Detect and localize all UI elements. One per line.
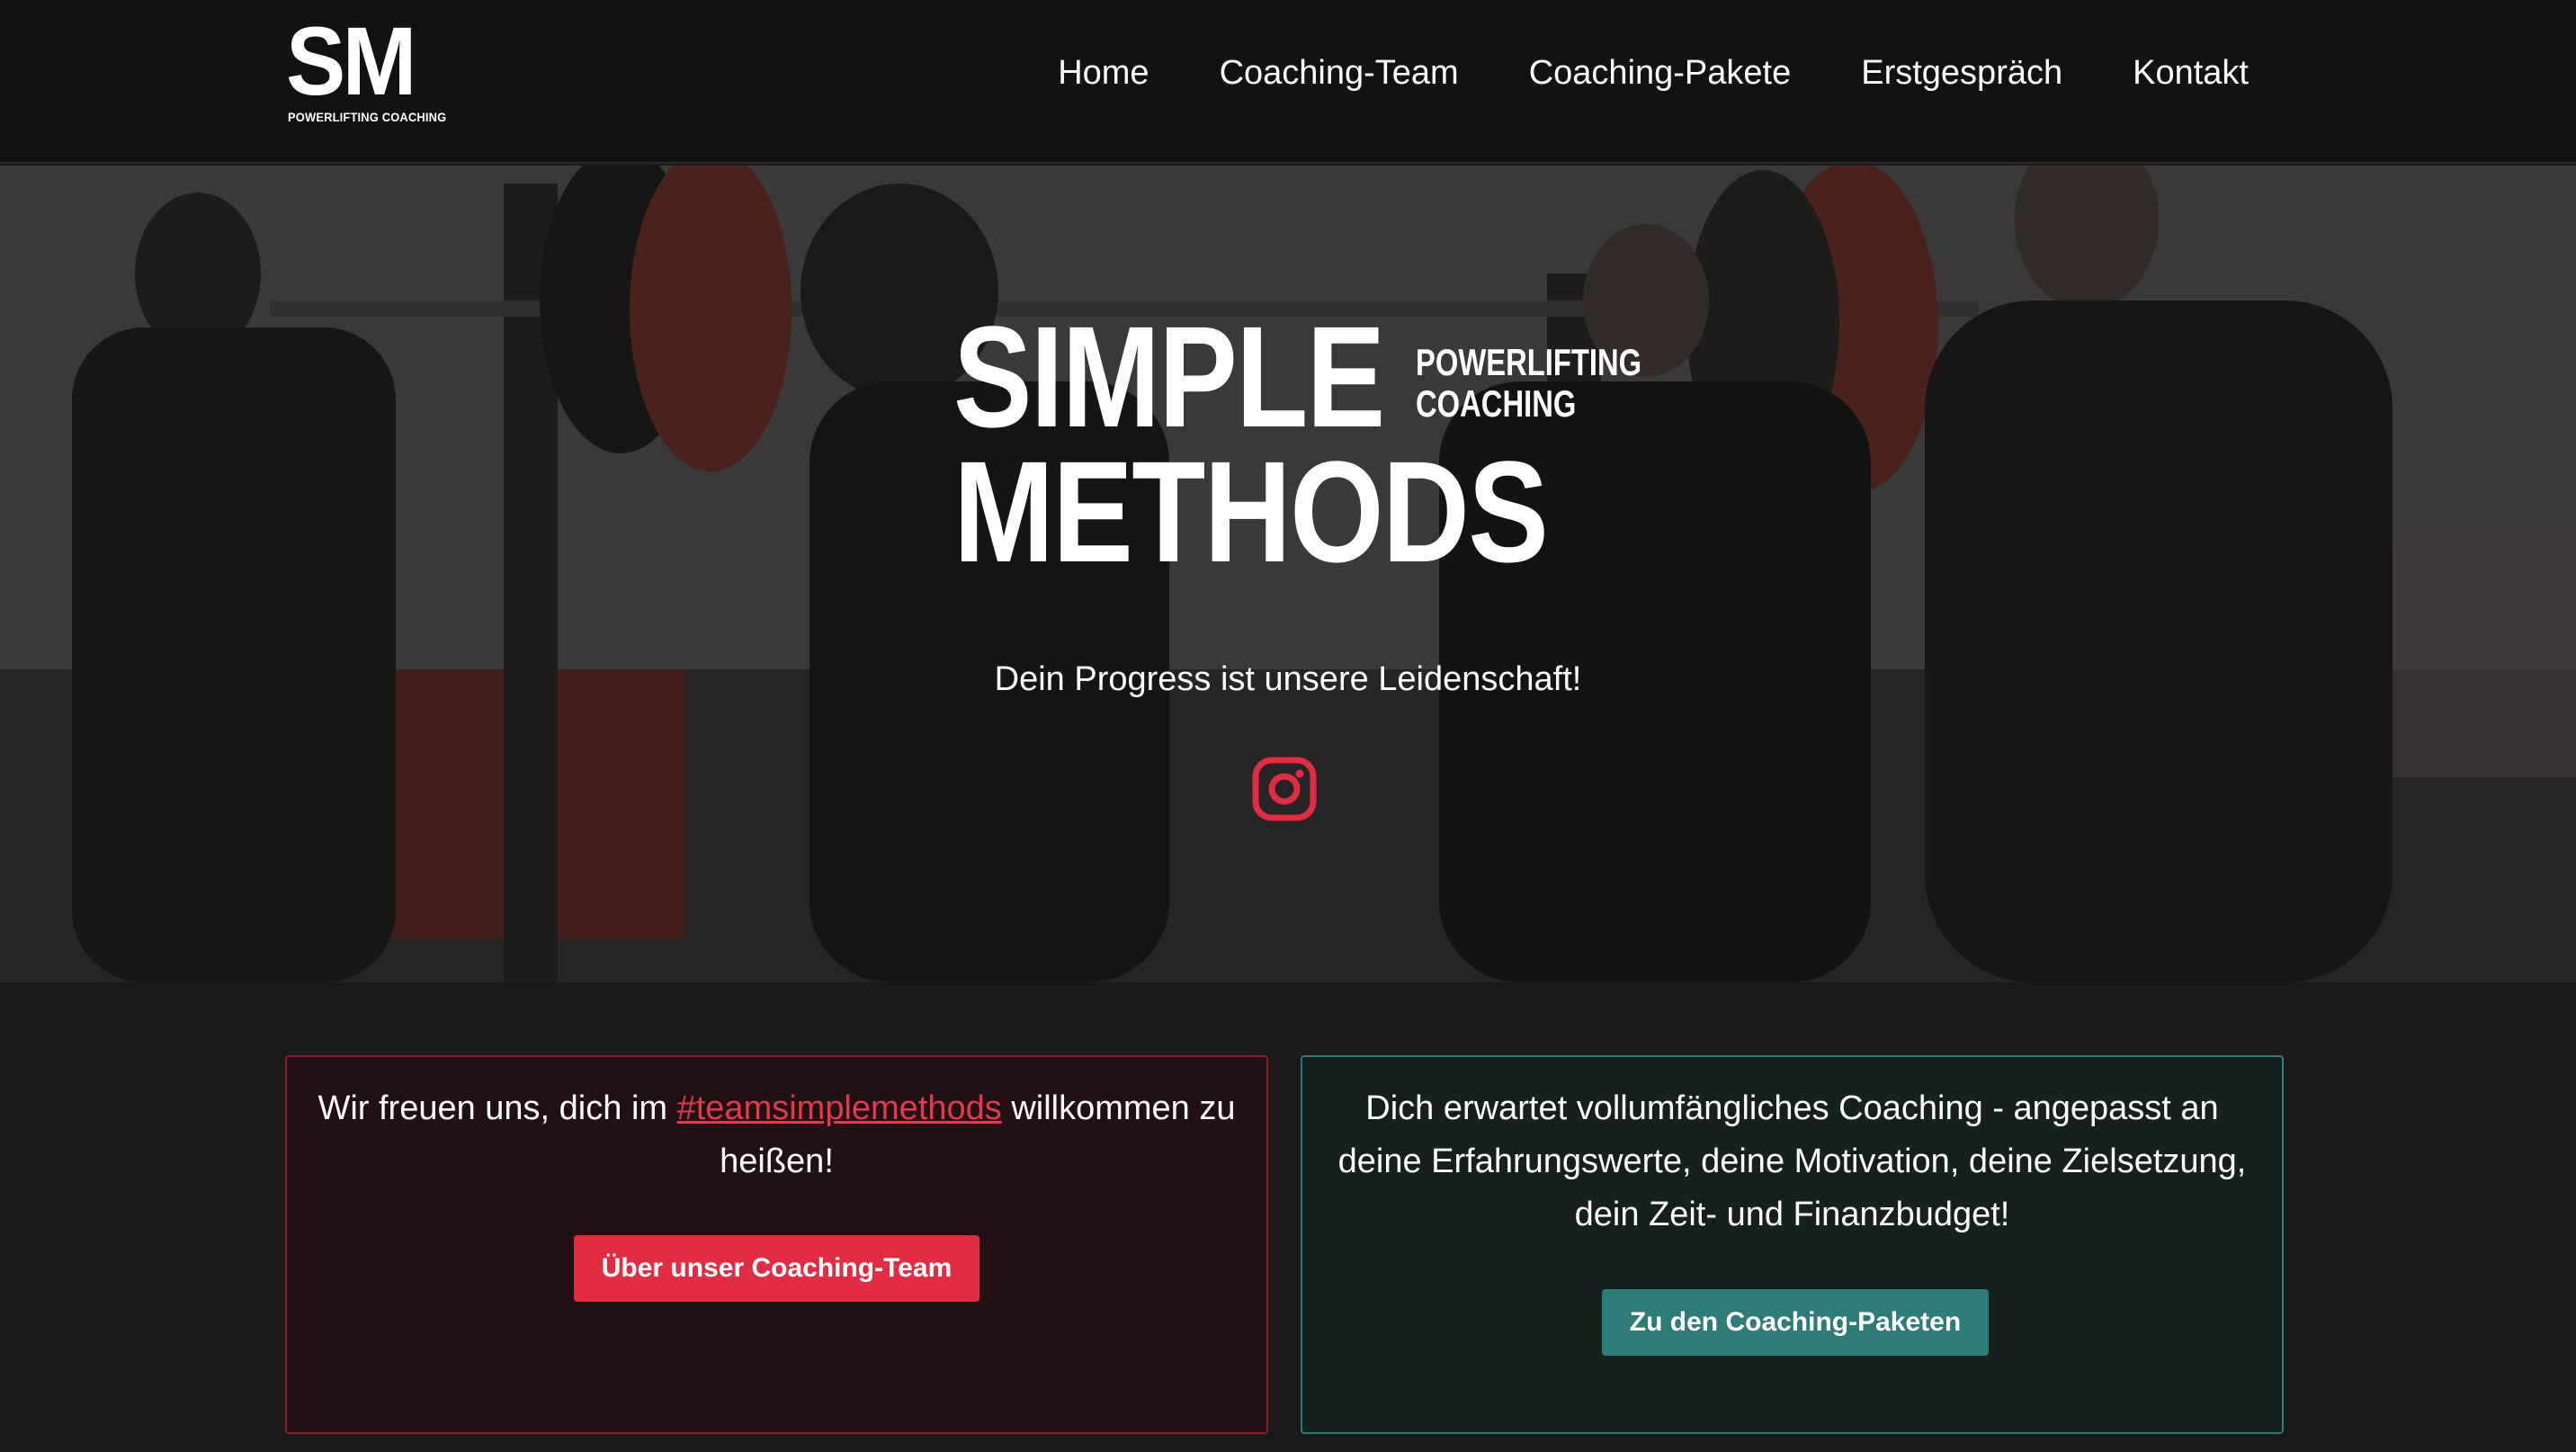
coaching-team-button[interactable]: Über unser Coaching-Team	[574, 1235, 979, 1302]
coaching-packages-button[interactable]: Zu den Coaching-Paketen	[1602, 1289, 1989, 1356]
brand-wordmark: SIMPLE POWERLIFTING COACHING METHODS	[953, 296, 1641, 592]
nav-home[interactable]: Home	[1058, 52, 1149, 94]
packages-card: Dich erwartet vollumfängliches Coaching …	[1301, 1055, 2284, 1434]
team-card: Wir freuen uns, dich im #teamsimplemetho…	[285, 1055, 1268, 1434]
brand-methods-word: METHODS	[953, 431, 1549, 592]
brand-tagline: POWERLIFTING COACHING	[1416, 342, 1641, 425]
team-card-text-before: Wir freuen uns, dich im	[318, 1089, 677, 1127]
brand-tag-line2: COACHING	[1416, 382, 1577, 425]
nav-kontakt[interactable]: Kontakt	[2133, 52, 2249, 94]
hero-section: SIMPLE POWERLIFTING COACHING METHODS Dei…	[0, 166, 2576, 982]
nav-coaching-pakete[interactable]: Coaching-Pakete	[1529, 52, 1792, 94]
packages-card-text: Dich erwartet vollumfängliches Coaching …	[1337, 1089, 2247, 1233]
nav-erstgespraech[interactable]: Erstgespräch	[1861, 52, 2062, 94]
teamsimplemethods-hashtag-link[interactable]: #teamsimplemethods	[677, 1089, 1002, 1127]
instagram-icon[interactable]	[1252, 757, 1317, 821]
brand-simple-word: SIMPLE	[953, 296, 1385, 457]
brand-tag-line1: POWERLIFTING	[1416, 341, 1642, 383]
logo-subtitle: POWERLIFTING COACHING	[288, 110, 447, 124]
site-logo[interactable]: SM POWERLIFTING COACHING	[286, 6, 446, 128]
logo-mark: SM	[286, 6, 416, 115]
main-nav: Home Coaching-Team Coaching-Pakete Erstg…	[1058, 52, 2249, 94]
team-card-text: Wir freuen uns, dich im #teamsimplemetho…	[287, 1057, 1266, 1188]
hero-tagline: Dein Progress ist unsere Leidenschaft!	[994, 660, 1582, 698]
navbar: SM POWERLIFTING COACHING Home Coaching-T…	[0, 0, 2576, 164]
nav-coaching-team[interactable]: Coaching-Team	[1220, 52, 1459, 94]
